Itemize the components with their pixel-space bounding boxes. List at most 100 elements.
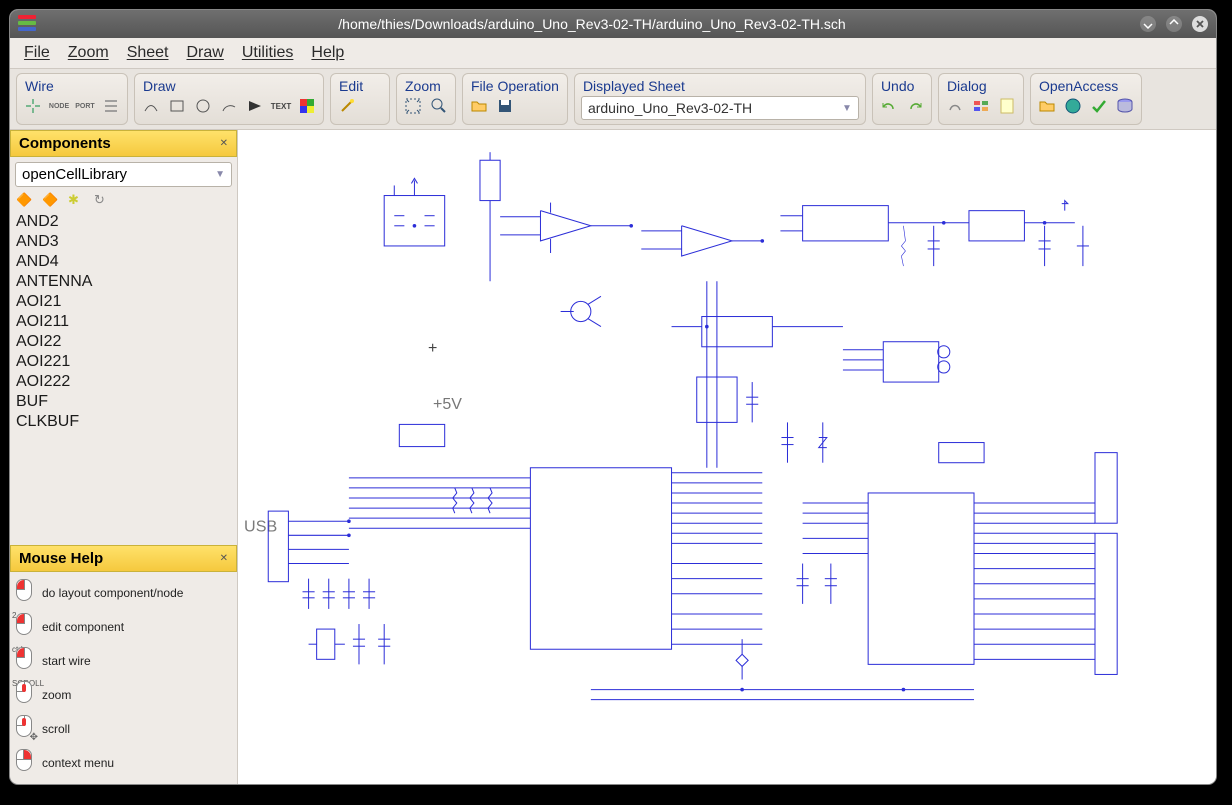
close-button[interactable] — [1192, 16, 1208, 32]
zoom-fit-icon[interactable] — [403, 96, 423, 116]
toolbar-label-wire: Wire — [23, 76, 121, 94]
lib-view1-icon[interactable]: 🔶 — [16, 192, 34, 208]
mouse-scroll-icon: SCROLL — [16, 681, 38, 709]
menu-utilities[interactable]: Utilities — [242, 44, 294, 62]
port-icon[interactable]: PORT — [75, 96, 95, 116]
redo-icon[interactable] — [905, 96, 925, 116]
chevron-down-icon: ▼ — [215, 169, 225, 180]
mousehelp-label: do layout component/node — [42, 586, 183, 600]
displayed-sheet-select[interactable]: arduino_Uno_Rev3-02-TH ▼ — [581, 96, 859, 120]
components-dialog-icon[interactable] — [971, 96, 991, 116]
titlebar: /home/thies/Downloads/arduino_Uno_Rev3-0… — [10, 10, 1216, 38]
mouse-right-icon — [16, 749, 38, 777]
settings-icon[interactable] — [945, 96, 965, 116]
mousehelp-label: zoom — [42, 688, 71, 702]
line-icon[interactable] — [141, 96, 161, 116]
menu-help[interactable]: Help — [311, 44, 344, 62]
minimize-button[interactable] — [1140, 16, 1156, 32]
toolbar-group-edit: Edit — [330, 73, 390, 125]
node-icon[interactable]: NODE — [49, 96, 69, 116]
list-item[interactable]: AOI21 — [14, 292, 233, 312]
main-area: Components ✕ openCellLibrary ▼ 🔶 🔶 ✱ ↻ A… — [10, 130, 1216, 784]
menu-sheet[interactable]: Sheet — [127, 44, 169, 62]
list-item[interactable]: CLKBUF — [14, 412, 233, 432]
circle-icon[interactable] — [193, 96, 213, 116]
list-item[interactable]: AND3 — [14, 232, 233, 252]
list-item[interactable]: ANTENNA — [14, 272, 233, 292]
list-item[interactable]: AOI222 — [14, 372, 233, 392]
toolbar: Wire NODE PORT Draw TEXT Edit — [10, 69, 1216, 130]
library-select[interactable]: openCellLibrary ▼ — [15, 162, 232, 187]
usb-label: USB — [244, 517, 277, 535]
mouse-ctrl-left-icon: ctrl — [16, 647, 38, 675]
magic-wand-icon[interactable] — [337, 96, 357, 116]
toolbar-group-wire: Wire NODE PORT — [16, 73, 128, 125]
toolbar-group-displayed-sheet: Displayed Sheet arduino_Uno_Rev3-02-TH ▼ — [574, 73, 866, 125]
schematic-canvas[interactable]: + +5V — [238, 130, 1216, 784]
list-item[interactable]: AOI22 — [14, 332, 233, 352]
toolbar-group-draw: Draw TEXT — [134, 73, 324, 125]
close-panel-icon[interactable]: ✕ — [220, 138, 228, 149]
menu-zoom[interactable]: Zoom — [68, 44, 109, 62]
list-item[interactable]: AND2 — [14, 212, 233, 232]
library-toolbar: 🔶 🔶 ✱ ↻ — [10, 192, 237, 212]
color-icon[interactable] — [297, 96, 317, 116]
list-item[interactable]: BUF — [14, 392, 233, 412]
undo-icon[interactable] — [879, 96, 899, 116]
zoom-in-icon[interactable] — [429, 96, 449, 116]
components-header-label: Components — [19, 135, 111, 152]
mousehelp-row: do layout component/node — [16, 576, 231, 610]
mousehelp-header-label: Mouse Help — [19, 550, 103, 567]
oa-open-icon[interactable] — [1037, 96, 1057, 116]
menu-file[interactable]: File — [24, 44, 50, 62]
mousehelp-label: context menu — [42, 756, 114, 770]
mousehelp-row: 2 edit component — [16, 610, 231, 644]
polygon-icon[interactable] — [245, 96, 265, 116]
library-value: openCellLibrary — [22, 166, 127, 183]
components-panel-header: Components ✕ — [10, 130, 237, 157]
menubar: File Zoom Sheet Draw Utilities Help — [10, 38, 1216, 69]
lib-view2-icon[interactable]: 🔶 — [42, 192, 60, 208]
list-item[interactable]: AOI211 — [14, 312, 233, 332]
toolbar-label-undo: Undo — [879, 76, 925, 94]
toolbar-group-openaccess: OpenAccess — [1030, 73, 1142, 125]
text-icon[interactable]: TEXT — [271, 96, 291, 116]
toolbar-group-fileop: File Operation — [462, 73, 568, 125]
mousehelp-label: scroll — [42, 722, 70, 736]
oa-globe-icon[interactable] — [1063, 96, 1083, 116]
displayed-sheet-value: arduino_Uno_Rev3-02-TH — [588, 100, 752, 116]
toolbar-group-dialog: Dialog — [938, 73, 1024, 125]
notes-icon[interactable] — [997, 96, 1017, 116]
open-file-icon[interactable] — [469, 96, 489, 116]
menu-draw[interactable]: Draw — [187, 44, 224, 62]
arc-icon[interactable] — [219, 96, 239, 116]
toolbar-label-dialog: Dialog — [945, 76, 1017, 94]
toolbar-group-zoom: Zoom — [396, 73, 456, 125]
component-list[interactable]: AND2 AND3 AND4 ANTENNA AOI21 AOI211 AOI2… — [10, 212, 237, 545]
toolbar-label-oa: OpenAccess — [1037, 76, 1135, 94]
toolbar-label-displayed: Displayed Sheet — [581, 76, 859, 94]
list-item[interactable]: AOI221 — [14, 352, 233, 372]
sidebar: Components ✕ openCellLibrary ▼ 🔶 🔶 ✱ ↻ A… — [10, 130, 238, 784]
chevron-down-icon: ▼ — [842, 103, 852, 114]
toolbar-group-undo: Undo — [872, 73, 932, 125]
app-window: /home/thies/Downloads/arduino_Uno_Rev3-0… — [10, 10, 1216, 784]
maximize-button[interactable] — [1166, 16, 1182, 32]
mouse-left-double-icon: 2 — [16, 613, 38, 641]
oa-disk-icon[interactable] — [1115, 96, 1135, 116]
rect-icon[interactable] — [167, 96, 187, 116]
close-panel-icon[interactable]: ✕ — [220, 553, 228, 564]
app-logo-icon — [18, 15, 36, 33]
mousehelp-panel: do layout component/node 2 edit componen… — [10, 572, 237, 784]
lib-refresh-icon[interactable]: ↻ — [94, 192, 112, 208]
oa-check-icon[interactable] — [1089, 96, 1109, 116]
wire-icon[interactable] — [23, 96, 43, 116]
list-item[interactable]: AND4 — [14, 252, 233, 272]
save-file-icon[interactable] — [495, 96, 515, 116]
mousehelp-panel-header: Mouse Help ✕ — [10, 545, 237, 572]
schematic-drawing: USB — [238, 130, 1216, 755]
lib-new-icon[interactable]: ✱ — [68, 192, 86, 208]
bus-icon[interactable] — [101, 96, 121, 116]
mousehelp-row: SCROLL zoom — [16, 678, 231, 712]
toolbar-label-zoom: Zoom — [403, 76, 449, 94]
